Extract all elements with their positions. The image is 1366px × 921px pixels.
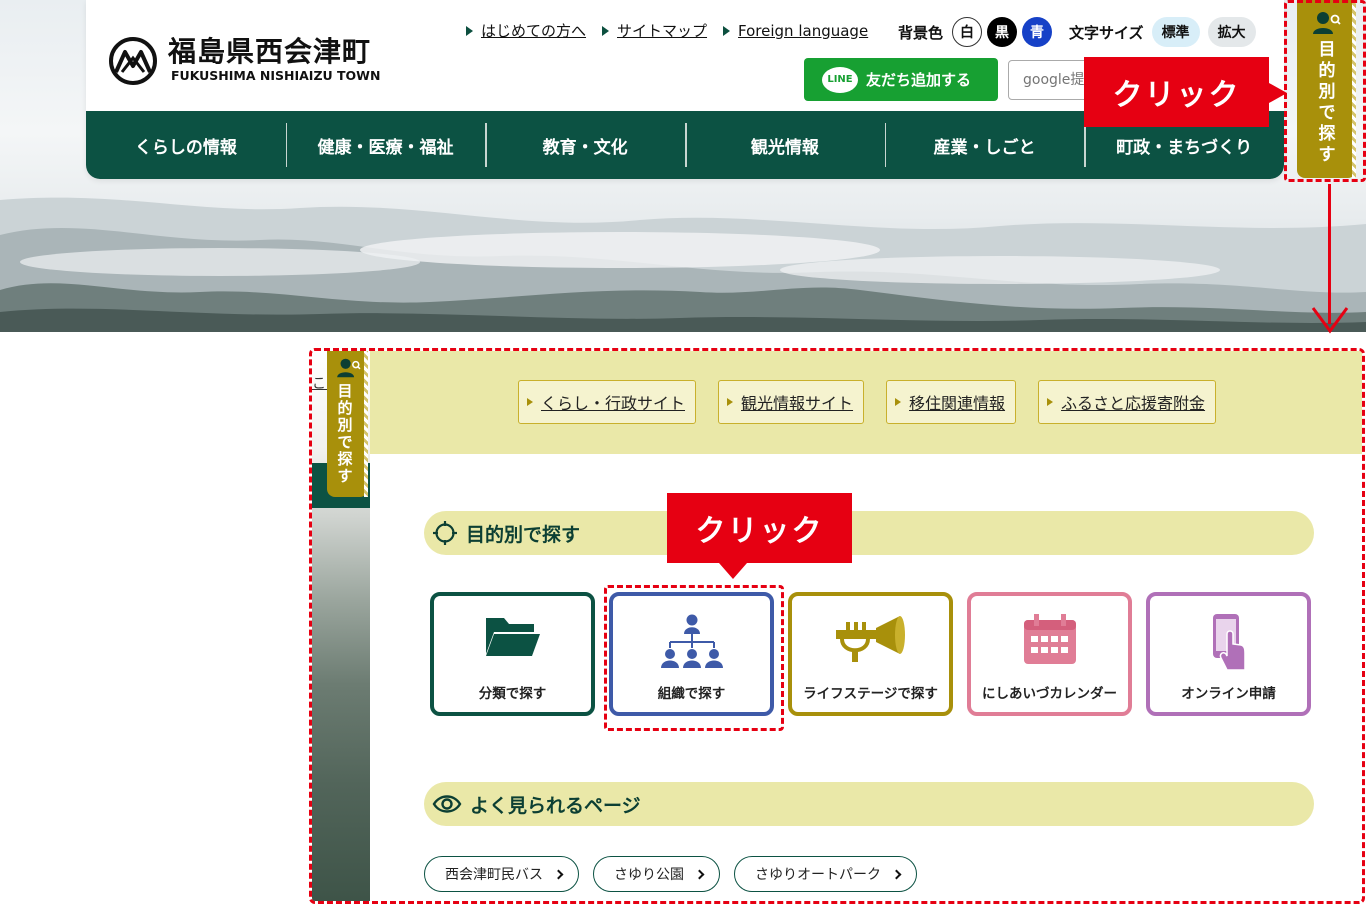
tab-stripe [364,351,368,497]
life-stage-search-card[interactable]: ライフステージで探す [788,592,953,716]
online-application-card[interactable]: オンライン申請 [1146,592,1311,716]
furusato-donation-link[interactable]: ふるさと応援寄附金 [1038,380,1217,424]
down-arrow-icon [1311,307,1349,334]
tag-sayuri-autopark[interactable]: さゆりオートパーク [734,856,917,892]
relocation-info-link[interactable]: 移住関連情報 [886,380,1017,424]
purpose-search-heading-label: 目的別で探す [466,523,581,546]
highlight-box-tab [1284,0,1366,182]
line-icon: LINE [822,66,858,93]
living-admin-site-label: くらし・行政サイト [541,394,686,413]
font-size-switcher: 文字サイズ 標準 拡大 [1069,17,1256,47]
popular-pages-heading-label: よく見られるページ [470,794,641,817]
fontsize-label: 文字サイズ [1069,23,1144,42]
eye-icon [432,795,462,813]
purpose-search-panel: ここ 目的別で探す くらし・行政サイト 観光情報サイト 移住関連情報 ふるさと応… [309,348,1365,904]
down-arrow-line [1328,184,1331,324]
target-icon [433,521,457,545]
click-callout-top: クリック [1084,57,1287,127]
panel-left-strip: ここ 目的別で探す [312,351,370,901]
click-callout-mid: クリック [667,493,852,579]
smartphone-tap-icon [1212,614,1246,671]
tag-sayuri-autopark-label: さゆりオートパーク [755,867,881,883]
nav-industry[interactable]: 産業・しごと [884,111,1085,179]
site-links-band: くらし・行政サイト 観光情報サイト 移住関連情報 ふるさと応援寄附金 [370,351,1362,454]
chevron-right-icon [694,869,705,879]
highlight-box-card [604,585,784,731]
tourism-site-label: 観光情報サイト [741,394,854,413]
category-search-card[interactable]: 分類で探す [430,592,595,716]
tag-sayuri-park[interactable]: さゆり公園 [593,856,720,892]
sitemap-link-label: サイトマップ [617,22,708,40]
nav-tourism[interactable]: 観光情報 [685,111,885,179]
tag-town-bus-label: 西会津町民バス [445,867,543,883]
online-application-label: オンライン申請 [1181,686,1276,702]
nav-living[interactable]: くらしの情報 [86,111,286,179]
chevron-right-icon [891,869,902,879]
trumpet-icon [835,616,905,662]
tag-town-bus[interactable]: 西会津町民バス [424,856,579,892]
fontsize-standard-button[interactable]: 標準 [1151,17,1200,47]
foreign-language-link-label: Foreign language [738,21,869,40]
triangle-bullet-icon [466,25,473,36]
tag-sayuri-park-label: さゆり公園 [614,867,684,883]
nav-education[interactable]: 教育・文化 [485,111,685,179]
life-stage-search-label: ライフステージで探す [803,686,938,702]
relocation-info-label: 移住関連情報 [909,394,1006,413]
chevron-right-icon [553,869,564,879]
screenshot-stage: 福島県西会津町 FUKUSHIMA NISHIAIZU TOWN はじめての方へ… [0,0,1366,921]
bgcolor-label: 背景色 [898,23,944,42]
triangle-bullet-icon [723,25,731,36]
triangle-bullet-icon [1047,398,1054,406]
furusato-donation-label: ふるさと応援寄附金 [1061,394,1206,413]
triangle-bullet-icon [727,398,734,406]
nav-health[interactable]: 健康・医療・福祉 [285,111,486,179]
line-add-friend-button[interactable]: LINE 友だち追加する [804,58,998,101]
purpose-search-tab-open[interactable]: 目的別で探す [327,351,368,497]
popular-pages-heading: よく見られるページ [424,782,1314,826]
logo-title[interactable]: 福島県西会津町 [168,30,371,70]
purpose-search-heading: 目的別で探す [424,511,1314,555]
nishiaizu-calendar-card[interactable]: にしあいづカレンダー [967,592,1132,716]
sitemap-link[interactable]: サイトマップ [602,20,707,41]
nishiaizu-calendar-label: にしあいづカレンダー [982,686,1117,702]
calendar-icon [1023,614,1076,664]
person-search-icon [337,358,361,378]
triangle-bullet-icon [527,398,533,406]
tourism-site-link[interactable]: 観光情報サイト [718,380,865,424]
triangle-bullet-icon [602,25,610,36]
logo-mark-icon[interactable] [108,36,158,86]
foreign-language-link[interactable]: Foreign language [723,22,868,40]
popular-page-tags: 西会津町民バス さゆり公園 さゆりオートパーク [424,856,917,892]
first-time-link-label: はじめての方へ [481,22,587,40]
purpose-search-tab-open-label: 目的別で探す [337,382,353,485]
triangle-bullet-icon [895,398,902,406]
background-color-switcher: 背景色 白 黒 青 [898,17,1053,47]
purpose-cards: 分類で探す 組織で探す ライフステージで探す にしあいづカレンダー オンライン申… [430,592,1311,716]
folder-icon [485,618,540,656]
bgcolor-white-button[interactable]: 白 [952,17,983,47]
utility-links: はじめての方へ サイトマップ Foreign language [466,20,868,41]
line-button-label: 友だち追加する [866,71,972,89]
category-search-label: 分類で探す [478,686,547,702]
first-time-link[interactable]: はじめての方へ [466,20,586,41]
logo-subtitle: FUKUSHIMA NISHIAIZU TOWN [171,68,381,83]
site-links: くらし・行政サイト 観光情報サイト 移住関連情報 ふるさと応援寄附金 [518,380,1217,424]
fontsize-large-button[interactable]: 拡大 [1207,17,1256,47]
bgcolor-black-button[interactable]: 黒 [987,17,1018,47]
living-admin-site-link[interactable]: くらし・行政サイト [518,380,697,424]
bgcolor-blue-button[interactable]: 青 [1022,17,1053,47]
